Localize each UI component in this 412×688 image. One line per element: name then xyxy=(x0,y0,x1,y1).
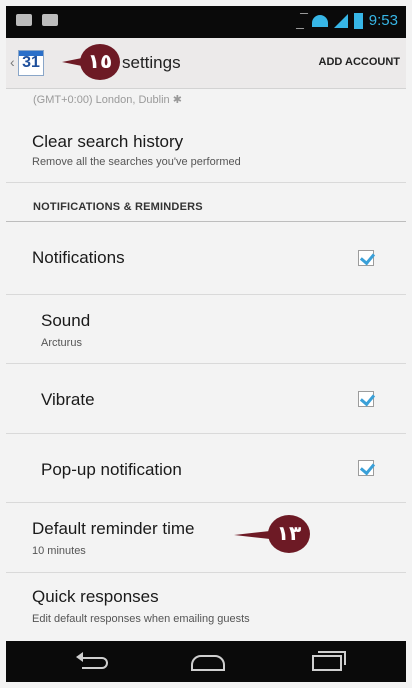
item-title: Notifications xyxy=(32,248,125,267)
game-controller-icon xyxy=(42,14,58,26)
home-icon[interactable] xyxy=(191,655,225,671)
item-title: Pop-up notification xyxy=(41,460,182,479)
recent-apps-icon[interactable] xyxy=(312,651,346,671)
navigation-bar xyxy=(6,641,406,682)
sound-item[interactable]: Sound Arcturus xyxy=(6,295,406,364)
item-title: Default reminder time xyxy=(32,519,195,538)
item-title: Quick responses xyxy=(32,587,159,606)
add-account-button[interactable]: ADD ACCOUNT xyxy=(319,56,400,68)
bluetooth-icon xyxy=(295,12,308,29)
section-header: NOTIFICATIONS & REMINDERS xyxy=(33,201,203,213)
default-reminder-time-item[interactable]: Default reminder time 10 minutes xyxy=(6,503,406,573)
email-notification-icon xyxy=(16,14,32,26)
status-time: 9:53 xyxy=(368,12,398,29)
battery-icon xyxy=(353,12,363,29)
calendar-icon[interactable]: 31 xyxy=(18,50,44,76)
timezone-value: (GMT+0:00) London, Dublin ✱ xyxy=(33,94,182,106)
quick-responses-item[interactable]: Quick responses Edit default responses w… xyxy=(6,573,406,641)
notifications-checkbox[interactable] xyxy=(358,250,374,266)
system-icons: 9:53 xyxy=(295,12,398,29)
clear-search-history-item[interactable]: Clear search history Remove all the sear… xyxy=(6,116,406,183)
item-subtitle: Edit default responses when emailing gue… xyxy=(32,613,250,625)
item-subtitle: Remove all the searches you've performed xyxy=(32,156,241,168)
action-bar: ‹ 31 settings ١٥ ADD ACCOUNT xyxy=(6,38,406,89)
item-subtitle: 10 minutes xyxy=(32,545,86,557)
popup-notification-checkbox[interactable] xyxy=(358,460,374,476)
item-subtitle: Arcturus xyxy=(41,337,82,349)
page-title-text: settings xyxy=(122,53,181,72)
up-chevron-icon[interactable]: ‹ xyxy=(10,54,15,70)
back-arrow-icon[interactable] xyxy=(76,652,108,669)
item-title: Clear search history xyxy=(32,132,184,151)
annotation-callout-15: ١٥ xyxy=(62,44,120,80)
cell-signal-icon xyxy=(333,13,348,28)
vibrate-checkbox[interactable] xyxy=(358,391,374,407)
vibrate-item[interactable]: Vibrate xyxy=(6,364,406,434)
notifications-item[interactable]: Notifications xyxy=(6,222,406,295)
item-title: Vibrate xyxy=(41,390,95,409)
settings-list: (GMT+0:00) London, Dublin ✱ Clear search… xyxy=(6,88,406,641)
status-bar: 9:53 xyxy=(6,6,406,38)
annotation-callout-13: ١٣ xyxy=(234,515,310,553)
notification-icons xyxy=(16,14,58,26)
wifi-icon xyxy=(311,14,328,27)
item-title: Sound xyxy=(41,311,91,330)
popup-notification-item[interactable]: Pop-up notification xyxy=(6,434,406,503)
